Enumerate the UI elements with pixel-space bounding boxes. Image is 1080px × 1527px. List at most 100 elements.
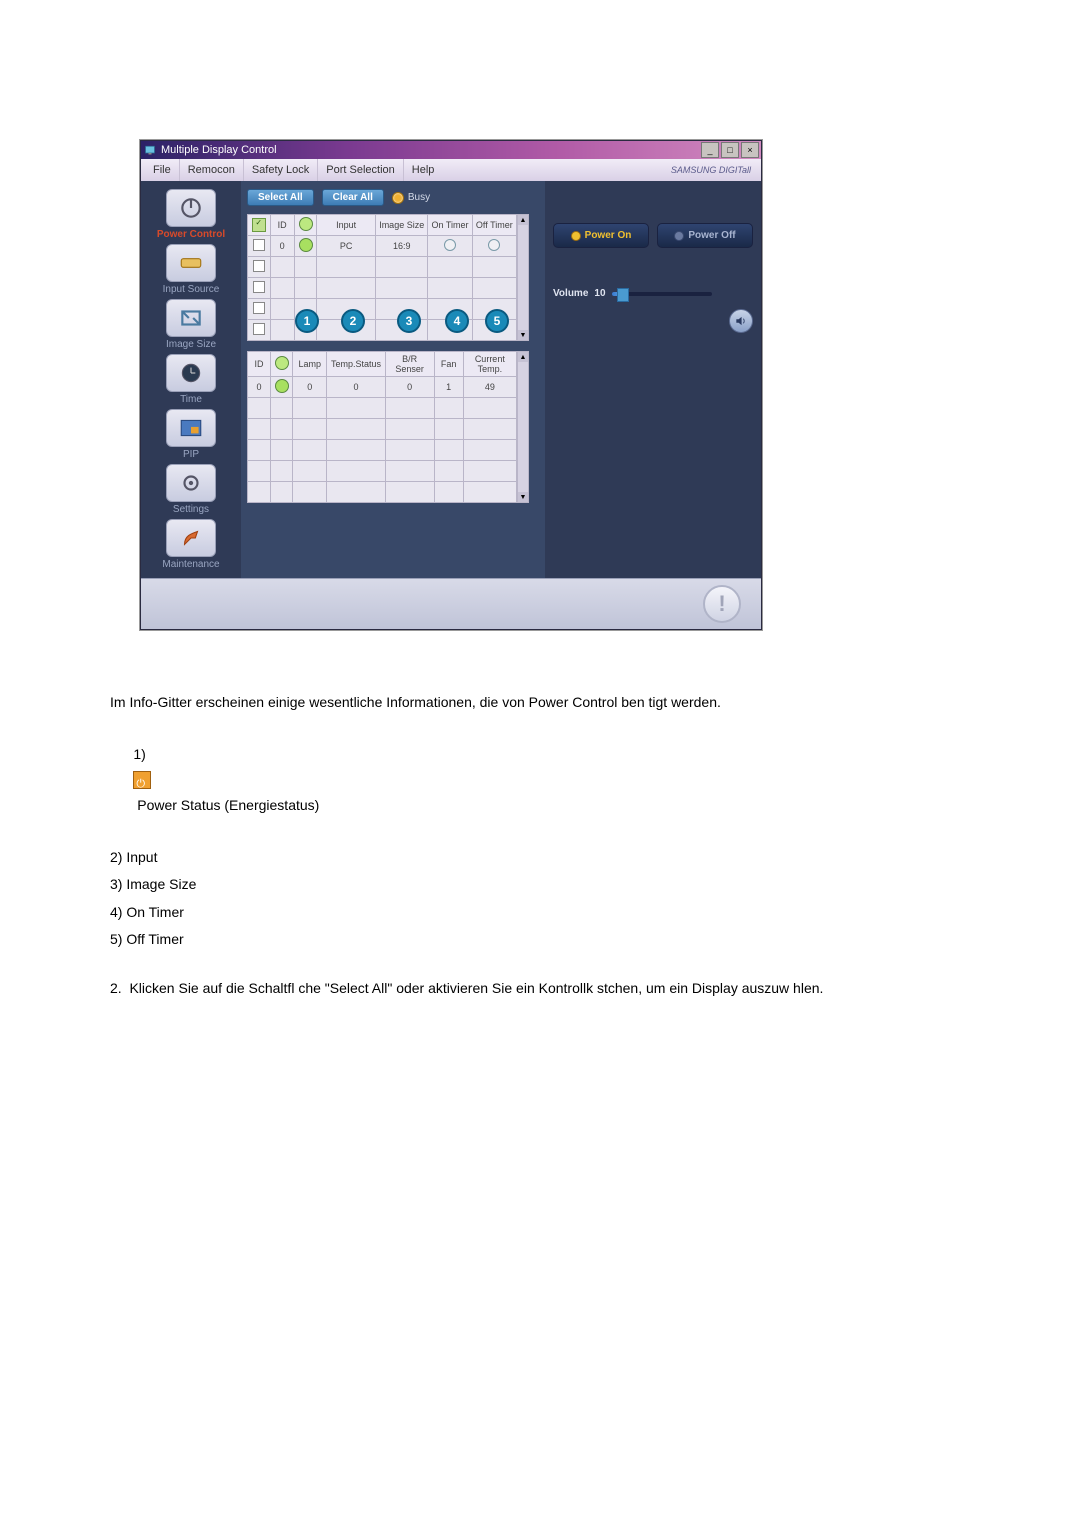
speaker-button[interactable] bbox=[729, 309, 753, 333]
sidebar-item-label: Time bbox=[180, 394, 202, 405]
cell-tempstatus bbox=[327, 461, 385, 482]
window-buttons: _ □ × bbox=[699, 142, 759, 158]
table-row[interactable]: 0PC16:9 bbox=[248, 236, 517, 257]
minimize-button[interactable]: _ bbox=[701, 142, 719, 158]
row-checkbox[interactable] bbox=[253, 281, 265, 293]
cell-brsenser bbox=[385, 461, 434, 482]
table-row[interactable] bbox=[248, 461, 517, 482]
status-grid-wrap: ID Lamp Temp.Status B/R Senser Fan Curre… bbox=[247, 351, 539, 503]
power-off-button[interactable]: Power Off bbox=[657, 223, 753, 248]
doc-line1-text: Power Status (Energiestatus) bbox=[133, 797, 319, 813]
table-row[interactable] bbox=[248, 320, 517, 341]
pip-icon bbox=[166, 409, 216, 447]
cell-on-timer bbox=[428, 278, 472, 299]
right-panel: Power On Power Off Volume 10 bbox=[545, 181, 761, 578]
row-checkbox[interactable] bbox=[253, 260, 265, 272]
volume-value: 10 bbox=[594, 288, 605, 299]
sidebar-item-image-size[interactable]: Image Size bbox=[147, 299, 235, 350]
cell-image-size bbox=[376, 257, 428, 278]
cell-brsenser bbox=[385, 419, 434, 440]
maximize-button[interactable]: □ bbox=[721, 142, 739, 158]
menu-port-selection[interactable]: Port Selection bbox=[318, 159, 403, 181]
menu-remocon[interactable]: Remocon bbox=[180, 159, 244, 181]
table-row[interactable]: 0000149 bbox=[248, 377, 517, 398]
grid2-scrollbar[interactable]: ▲▼ bbox=[517, 351, 529, 503]
cell-fan bbox=[434, 461, 463, 482]
menu-safety-lock[interactable]: Safety Lock bbox=[244, 159, 318, 181]
time-icon bbox=[166, 354, 216, 392]
sidebar-item-settings[interactable]: Settings bbox=[147, 464, 235, 515]
sidebar-item-power-control[interactable]: Power Control bbox=[147, 189, 235, 240]
status-grid[interactable]: ID Lamp Temp.Status B/R Senser Fan Curre… bbox=[247, 351, 517, 503]
col-image-size: Image Size bbox=[376, 215, 428, 236]
power-on-led-icon bbox=[571, 231, 581, 241]
col2-curtemp: Current Temp. bbox=[463, 352, 516, 377]
sidebar-item-label: Maintenance bbox=[162, 559, 219, 570]
info-grid[interactable]: ID Input Image Size On Timer Off Timer 0… bbox=[247, 214, 517, 341]
select-all-button[interactable]: Select All bbox=[247, 189, 314, 206]
cell-lamp bbox=[293, 419, 327, 440]
doc-line3: 3) Image Size bbox=[110, 872, 980, 897]
table-row[interactable] bbox=[248, 257, 517, 278]
volume-slider[interactable] bbox=[612, 292, 712, 296]
sidebar-item-label: Input Source bbox=[163, 284, 220, 295]
grid1-scrollbar[interactable]: ▲▼ bbox=[517, 214, 529, 341]
cell-id bbox=[270, 299, 294, 320]
power-on-icon bbox=[275, 379, 289, 393]
sidebar-item-pip[interactable]: PIP bbox=[147, 409, 235, 460]
row-checkbox[interactable] bbox=[253, 323, 265, 335]
busy-label: Busy bbox=[408, 192, 430, 203]
cell-off-timer bbox=[472, 236, 516, 257]
sidebar-item-maintenance[interactable]: Maintenance bbox=[147, 519, 235, 570]
power-control-icon bbox=[166, 189, 216, 227]
power-column-icon bbox=[299, 217, 313, 231]
table-row[interactable] bbox=[248, 482, 517, 503]
app-icon bbox=[143, 143, 157, 157]
row-checkbox[interactable] bbox=[253, 302, 265, 314]
select-all-checkbox-icon[interactable] bbox=[252, 218, 266, 232]
sidebar-item-input-source[interactable]: Input Source bbox=[147, 244, 235, 295]
input-source-icon bbox=[166, 244, 216, 282]
callout-2: 2 bbox=[341, 309, 365, 333]
table-row[interactable] bbox=[248, 419, 517, 440]
cell-curtemp bbox=[463, 398, 516, 419]
menu-file[interactable]: File bbox=[145, 159, 180, 181]
titlebar: Multiple Display Control _ □ × bbox=[141, 141, 761, 159]
power-off-label: Power Off bbox=[688, 230, 735, 241]
table-row[interactable] bbox=[248, 278, 517, 299]
power-column-icon bbox=[275, 356, 289, 370]
power-on-button[interactable]: Power On bbox=[553, 223, 649, 248]
doc-line1-num: 1) bbox=[133, 746, 149, 762]
doc-line4: 4) On Timer bbox=[110, 900, 980, 925]
power-status-inline-icon bbox=[133, 771, 151, 789]
menu-help[interactable]: Help bbox=[404, 159, 443, 181]
clear-all-button[interactable]: Clear All bbox=[322, 189, 384, 206]
cell-lamp bbox=[293, 461, 327, 482]
cell-id: 0 bbox=[248, 377, 271, 398]
cell-tempstatus bbox=[327, 419, 385, 440]
row-checkbox[interactable] bbox=[253, 239, 265, 251]
image-size-icon bbox=[166, 299, 216, 337]
table-row[interactable] bbox=[248, 440, 517, 461]
cell-fan bbox=[434, 440, 463, 461]
close-button[interactable]: × bbox=[741, 142, 759, 158]
table-row[interactable] bbox=[248, 398, 517, 419]
cell-brsenser bbox=[385, 482, 434, 503]
doc-intro: Im Info-Gitter erscheinen einige wesentl… bbox=[110, 690, 980, 715]
cell-input bbox=[317, 278, 376, 299]
cell-on-timer bbox=[428, 257, 472, 278]
cell-lamp bbox=[293, 482, 327, 503]
doc-line5: 5) Off Timer bbox=[110, 927, 980, 952]
doc-line2: 2) Input bbox=[110, 845, 980, 870]
table-row[interactable] bbox=[248, 299, 517, 320]
sidebar-item-label: Settings bbox=[173, 504, 209, 515]
callout-3: 3 bbox=[397, 309, 421, 333]
doc-step2: 2. Klicken Sie auf die Schaltfl che "Sel… bbox=[110, 976, 980, 1001]
col-off-timer: Off Timer bbox=[472, 215, 516, 236]
col2-lamp: Lamp bbox=[293, 352, 327, 377]
cell-id bbox=[270, 257, 294, 278]
sidebar-item-time[interactable]: Time bbox=[147, 354, 235, 405]
cell-id bbox=[248, 482, 271, 503]
cell-tempstatus bbox=[327, 398, 385, 419]
cell-lamp: 0 bbox=[293, 377, 327, 398]
